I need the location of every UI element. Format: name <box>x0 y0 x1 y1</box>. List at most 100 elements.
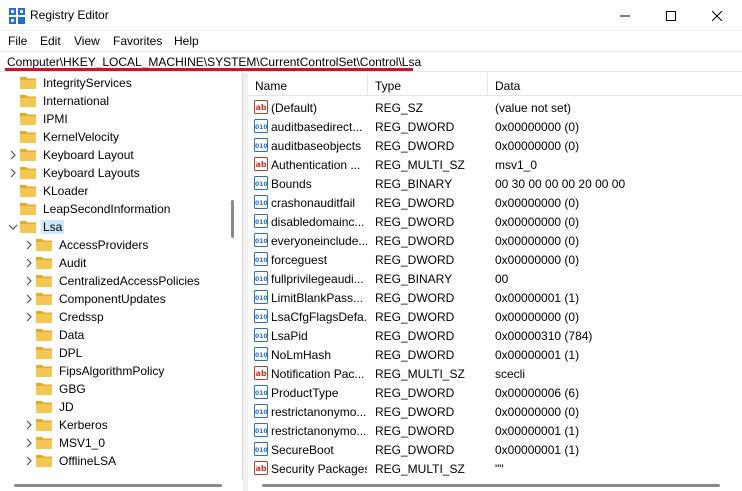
chevron-right-icon[interactable] <box>24 294 34 304</box>
values-horizontal-scrollbar-thumb[interactable] <box>262 484 720 487</box>
menu-edit[interactable]: Edit <box>40 34 61 48</box>
folder-icon <box>36 455 52 467</box>
value-row[interactable]: 010 forceguest REG_DWORD 0x00000000 (0) <box>248 250 718 269</box>
value-row[interactable]: 010 fullprivilegeaudi... REG_BINARY 00 <box>248 269 718 288</box>
tree-item[interactable]: KLoader <box>0 182 230 200</box>
tree-item[interactable]: Data <box>0 326 230 344</box>
value-row[interactable]: 010 restrictanonymo... REG_DWORD 0x00000001… <box>248 421 718 440</box>
chevron-right-icon[interactable] <box>24 438 34 448</box>
values-horizontal-scrollbar[interactable] <box>248 480 742 491</box>
value-name: LsaPid <box>271 329 308 343</box>
column-header-data[interactable]: Data <box>495 79 520 93</box>
menu-file[interactable]: File <box>8 34 27 48</box>
column-divider[interactable] <box>487 73 488 96</box>
chevron-right-icon[interactable] <box>24 456 34 466</box>
column-header-name[interactable]: Name <box>255 79 287 93</box>
chevron-right-icon[interactable] <box>24 312 34 322</box>
tree-item[interactable]: MSV1_0 <box>0 434 230 452</box>
value-row[interactable]: 010 disabledomainc... REG_DWORD 0x00000000 … <box>248 212 718 231</box>
value-row[interactable]: 010 crashonauditfail REG_DWORD 0x00000000 (… <box>248 193 718 212</box>
tree-item[interactable]: OfflineLSA <box>0 452 230 470</box>
chevron-right-icon[interactable] <box>8 168 18 178</box>
column-divider[interactable] <box>367 73 368 96</box>
tree-item[interactable]: Keyboard Layouts <box>0 164 230 182</box>
value-name: restrictanonymo... <box>271 424 367 438</box>
binary-value-icon: 010 <box>254 119 268 133</box>
value-type: REG_MULTI_SZ <box>375 367 465 381</box>
value-row[interactable]: 010 auditbasedirect... REG_DWORD 0x00000000… <box>248 117 718 136</box>
value-type: REG_DWORD <box>375 253 455 267</box>
value-row[interactable]: 010 LsaPid REG_DWORD 0x00000310 (784) <box>248 326 718 345</box>
chevron-right-icon[interactable] <box>24 420 34 430</box>
tree-item[interactable]: JD <box>0 398 230 416</box>
value-row[interactable]: 010 auditbaseobjects REG_DWORD 0x00000000 (… <box>248 136 718 155</box>
menu-help[interactable]: Help <box>174 34 199 48</box>
key-tree-pane[interactable]: IntegrityServices International IPMI Kernel… <box>0 73 243 491</box>
tree-item[interactable]: CentralizedAccessPolicies <box>0 272 230 290</box>
value-row[interactable]: 010 everyoneinclude... REG_DWORD 0x00000000… <box>248 231 718 250</box>
tree-item-label: Keyboard Layout <box>43 148 134 162</box>
tree-item[interactable]: GBG <box>0 380 230 398</box>
tree-item[interactable]: DPL <box>0 344 230 362</box>
tree-item[interactable]: FipsAlgorithmPolicy <box>0 362 230 380</box>
value-type: REG_DWORD <box>375 386 455 400</box>
minimize-button[interactable] <box>602 0 648 31</box>
value-row[interactable]: ab Authentication ... REG_MULTI_SZ msv1_0 <box>248 155 718 174</box>
tree-item[interactable]: Keyboard Layout <box>0 146 230 164</box>
tree-item[interactable]: IntegrityServices <box>0 74 230 92</box>
value-name: crashonauditfail <box>271 196 356 210</box>
value-row[interactable]: 010 LsaCfgFlagsDefa... REG_DWORD 0x00000000… <box>248 307 718 326</box>
binary-value-icon: 010 <box>254 328 268 342</box>
values-list-pane[interactable]: Name Type Data ab (Default) REG_SZ (value n… <box>248 73 742 491</box>
tree-item[interactable]: Credssp <box>0 308 230 326</box>
menu-favorites[interactable]: Favorites <box>113 34 162 48</box>
value-data: "" <box>495 462 504 476</box>
chevron-down-icon[interactable] <box>8 222 18 232</box>
chevron-right-icon[interactable] <box>8 150 18 160</box>
maximize-button[interactable] <box>648 0 694 31</box>
value-row[interactable]: ab Notification Pac... REG_MULTI_SZ scecli <box>248 364 718 383</box>
value-type: REG_DWORD <box>375 424 455 438</box>
values-vertical-scrollbar[interactable] <box>732 96 742 480</box>
tree-item[interactable]: Audit <box>0 254 230 272</box>
value-name: (Default) <box>271 101 318 115</box>
value-type: REG_DWORD <box>375 443 455 457</box>
svg-text:ab: ab <box>256 464 267 473</box>
value-row[interactable]: 010 ProductType REG_DWORD 0x00000006 (6) <box>248 383 718 402</box>
binary-value-icon: 010 <box>254 423 268 437</box>
chevron-right-icon[interactable] <box>24 240 34 250</box>
value-row[interactable]: 010 Bounds REG_BINARY 00 30 00 00 00 20 00 … <box>248 174 718 193</box>
value-row[interactable]: ab Security Packages REG_MULTI_SZ "" <box>248 459 718 478</box>
chevron-right-icon[interactable] <box>24 258 34 268</box>
tree-horizontal-scrollbar-thumb[interactable] <box>14 484 222 487</box>
tree-item[interactable]: Kerberos <box>0 416 230 434</box>
tree-horizontal-scrollbar[interactable] <box>0 480 243 491</box>
tree-item-label: Kerberos <box>59 418 108 432</box>
binary-value-icon: 010 <box>254 195 268 209</box>
tree-item[interactable]: International <box>0 92 230 110</box>
value-data: 0x00000000 (0) <box>495 310 580 324</box>
svg-text:010: 010 <box>255 409 268 416</box>
tree-item[interactable]: Lsa <box>0 218 230 236</box>
value-row[interactable]: 010 LimitBlankPass... REG_DWORD 0x00000001 … <box>248 288 718 307</box>
value-row[interactable]: 010 restrictanonymo... REG_DWORD 0x00000000… <box>248 402 718 421</box>
close-button[interactable] <box>694 0 740 31</box>
tree-vertical-scrollbar-thumb[interactable] <box>231 200 234 238</box>
tree-item[interactable]: IPMI <box>0 110 230 128</box>
column-header-type[interactable]: Type <box>375 79 401 93</box>
address-path[interactable]: Computer\HKEY_LOCAL_MACHINE\SYSTEM\Curre… <box>7 55 421 69</box>
tree-item[interactable]: ComponentUpdates <box>0 290 230 308</box>
tree-item[interactable]: KernelVelocity <box>0 128 230 146</box>
value-data: 0x00000000 (0) <box>495 405 580 419</box>
tree-item-label: Credssp <box>59 310 104 324</box>
tree-item[interactable]: AccessProviders <box>0 236 230 254</box>
folder-icon <box>36 365 52 377</box>
value-row[interactable]: 010 NoLmHash REG_DWORD 0x00000001 (1) <box>248 345 718 364</box>
folder-icon <box>36 437 52 449</box>
tree-item[interactable]: LeapSecondInformation <box>0 200 230 218</box>
value-row[interactable]: ab (Default) REG_SZ (value not set) <box>248 98 718 117</box>
value-row[interactable]: 010 SecureBoot REG_DWORD 0x00000001 (1) <box>248 440 718 459</box>
title-bar[interactable]: Registry Editor <box>0 0 742 31</box>
chevron-right-icon[interactable] <box>24 276 34 286</box>
menu-view[interactable]: View <box>74 34 100 48</box>
